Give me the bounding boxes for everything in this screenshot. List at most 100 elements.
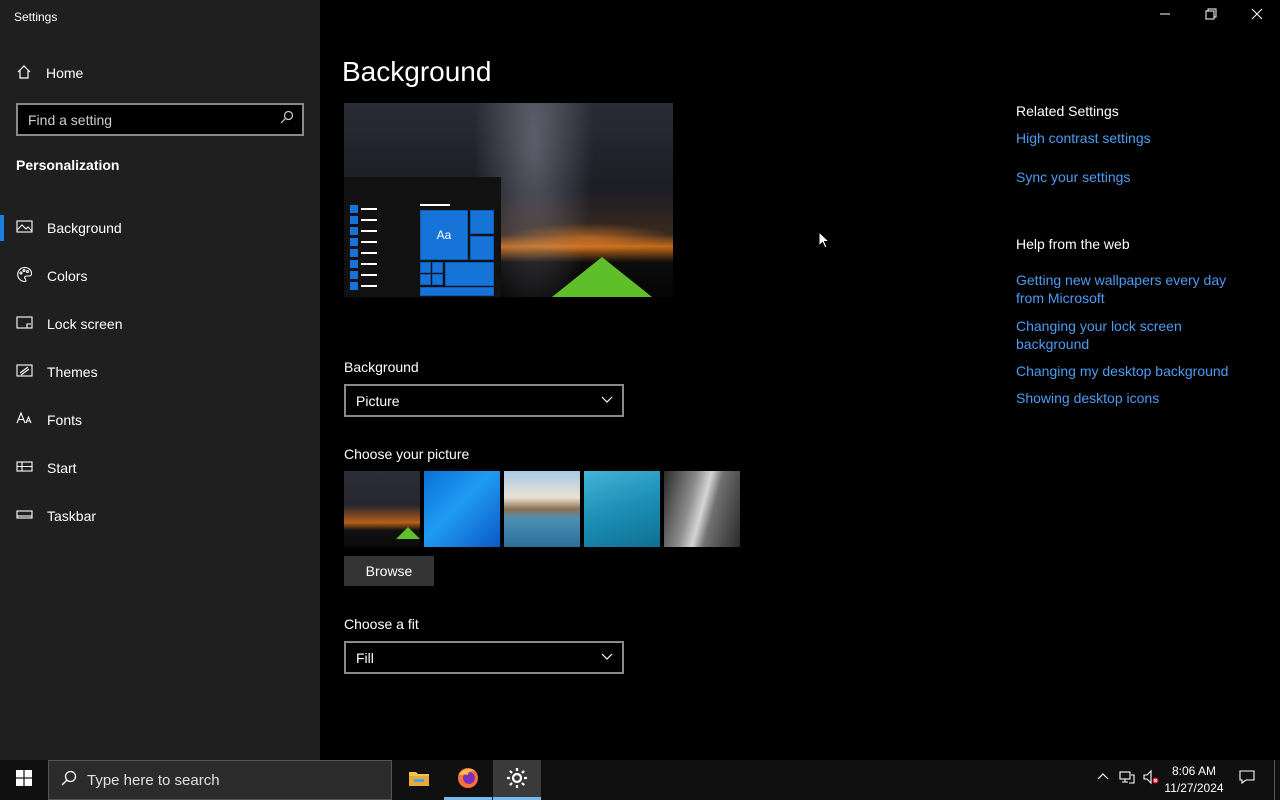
section-label-personalization: Personalization: [16, 157, 120, 173]
related-settings-heading: Related Settings: [1016, 103, 1119, 119]
help-link-desktop-icons[interactable]: Showing desktop icons: [1016, 389, 1246, 407]
taskbar: 8:06 AM 11/27/2024: [0, 760, 1280, 800]
sidebar-item-taskbar[interactable]: Taskbar: [0, 492, 320, 540]
preview-tile-aa: Aa: [420, 210, 468, 260]
sidebar-item-label: Background: [47, 220, 122, 236]
sidebar-item-lock-screen[interactable]: Lock screen: [0, 300, 320, 348]
preview-tile: [445, 262, 494, 286]
action-center-button[interactable]: [1238, 769, 1256, 790]
picture-thumbnail-1[interactable]: [344, 471, 420, 547]
preview-tent: [552, 257, 652, 297]
lock-screen-icon: [16, 314, 33, 334]
sidebar-item-colors[interactable]: Colors: [0, 252, 320, 300]
image-icon: [16, 218, 33, 238]
background-preview: Aa: [344, 103, 673, 297]
preview-list-row: [350, 227, 380, 235]
picture-thumbnail-3[interactable]: [504, 471, 580, 547]
background-type-value: Picture: [356, 392, 400, 409]
sidebar-item-themes[interactable]: Themes: [0, 348, 320, 396]
chevron-up-icon: [1095, 769, 1111, 790]
minimize-button[interactable]: [1142, 0, 1188, 32]
close-icon: [1251, 7, 1263, 25]
find-setting-search[interactable]: [16, 103, 304, 136]
taskbar-icon: [16, 506, 33, 526]
show-desktop-button[interactable]: [1274, 760, 1280, 800]
restore-button[interactable]: [1188, 0, 1234, 32]
themes-icon: [16, 362, 33, 382]
preview-tile: [420, 287, 494, 296]
palette-icon: [16, 266, 33, 286]
picture-thumbnail-2[interactable]: [424, 471, 500, 547]
sidebar-item-label: Colors: [47, 268, 88, 284]
help-link-desktop-background[interactable]: Changing my desktop background: [1016, 362, 1246, 380]
network-button[interactable]: [1118, 770, 1136, 788]
preview-horizon-glow: [504, 223, 673, 253]
choose-picture-label: Choose your picture: [344, 446, 470, 462]
choose-fit-dropdown[interactable]: Fill: [344, 641, 624, 674]
show-hidden-icons-button[interactable]: [1094, 770, 1112, 788]
search-icon[interactable]: [280, 110, 294, 129]
preview-tile: [432, 274, 443, 285]
notification-icon: [1239, 769, 1255, 790]
help-link-lock-screen[interactable]: Changing your lock screen background: [1016, 317, 1246, 353]
preview-list-row: [350, 249, 380, 257]
preview-list-row: [350, 271, 380, 279]
find-setting-input[interactable]: [28, 111, 280, 128]
sidebar-item-label: Start: [47, 460, 77, 476]
taskbar-app-firefox[interactable]: [444, 760, 492, 800]
volume-muted-icon: [1143, 769, 1159, 790]
preview-list-row: [350, 238, 380, 246]
settings-window: Settings Home Personalization Background: [0, 0, 1280, 760]
start-button[interactable]: [0, 760, 48, 800]
clock-date: 11/27/2024: [1164, 781, 1224, 795]
preview-tile: [432, 262, 443, 273]
taskbar-app-settings[interactable]: [493, 760, 541, 800]
sidebar: Settings Home Personalization Background: [0, 0, 320, 760]
firefox-icon: [456, 766, 480, 795]
page-title: Background: [342, 56, 492, 87]
sidebar-item-fonts[interactable]: Fonts: [0, 396, 320, 444]
preview-tile: [420, 274, 431, 285]
preview-tile: [470, 210, 494, 234]
preview-tile: [420, 262, 431, 273]
sidebar-item-background[interactable]: Background: [0, 204, 320, 252]
volume-button[interactable]: [1142, 769, 1160, 790]
settings-gear-icon: [505, 766, 529, 795]
minimize-icon: [1159, 7, 1171, 25]
clock-time: 8:06 AM: [1171, 764, 1217, 778]
restore-icon: [1205, 7, 1217, 25]
preview-list-row: [350, 216, 380, 224]
picture-thumbnails: [344, 471, 740, 547]
sidebar-item-start[interactable]: Start: [0, 444, 320, 492]
sidebar-item-label: Taskbar: [47, 508, 97, 524]
nav-list: Background Colors Lock screen Themes Fon…: [0, 204, 320, 540]
background-type-dropdown[interactable]: Picture: [344, 384, 624, 417]
start-icon: [16, 458, 33, 478]
chevron-down-icon: [600, 392, 614, 409]
help-link-wallpapers[interactable]: Getting new wallpapers every day from Mi…: [1016, 271, 1246, 307]
picture-thumbnail-4[interactable]: [584, 471, 660, 547]
fonts-icon: [16, 410, 33, 430]
high-contrast-settings-link[interactable]: High contrast settings: [1016, 129, 1246, 147]
background-type-label: Background: [344, 359, 419, 375]
choose-fit-label: Choose a fit: [344, 616, 419, 632]
network-icon: [1119, 769, 1135, 790]
taskbar-search[interactable]: [48, 760, 392, 800]
browse-button[interactable]: Browse: [344, 556, 434, 586]
picture-thumbnail-5[interactable]: [664, 471, 740, 547]
choose-fit-value: Fill: [356, 649, 374, 666]
taskbar-search-input[interactable]: [87, 771, 367, 789]
taskbar-app-file-explorer[interactable]: [395, 760, 443, 800]
taskbar-clock[interactable]: 8:06 AM 11/27/2024: [1160, 763, 1228, 797]
home-link[interactable]: Home: [16, 62, 83, 84]
home-label: Home: [46, 65, 84, 81]
sidebar-item-label: Themes: [47, 364, 98, 380]
preview-app-list: [350, 205, 380, 293]
windows-logo-icon: [16, 769, 32, 791]
close-button[interactable]: [1234, 0, 1280, 32]
search-icon: [61, 770, 77, 791]
chevron-down-icon: [600, 649, 614, 666]
preview-list-row: [350, 260, 380, 268]
home-icon: [16, 64, 32, 83]
sync-settings-link[interactable]: Sync your settings: [1016, 168, 1246, 186]
